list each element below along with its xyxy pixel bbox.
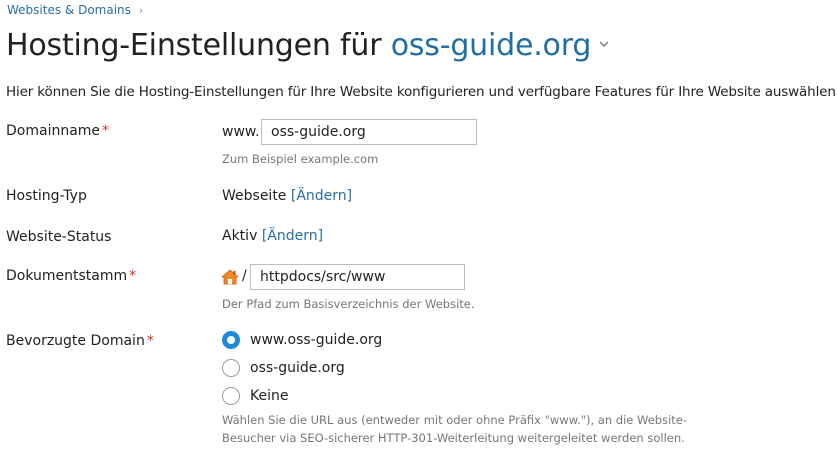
website-status-value: Aktiv [222,228,258,244]
intro-text: Hier können Sie die Hosting-Einstellunge… [6,84,837,100]
website-status-change-link[interactable]: [Ändern] [262,228,323,244]
chevron-down-icon[interactable] [599,36,609,52]
domain-switcher[interactable]: oss-guide.org [391,28,592,63]
domain-name-label: Domainname * [6,123,110,139]
required-marker: * [102,123,110,139]
radio-button[interactable] [222,359,240,377]
website-status-value-row: Aktiv [Ändern] [222,228,323,244]
required-marker: * [129,268,137,284]
www-prefix: www. [222,124,260,140]
radio-button-checked[interactable] [222,331,240,349]
domain-name-input[interactable]: oss-guide.org [261,119,477,145]
preferred-domain-option-www[interactable]: www.oss-guide.org [222,331,382,349]
website-status-label: Website-Status [6,229,112,245]
preferred-domain-option-bare[interactable]: oss-guide.org [222,359,345,377]
radio-label: Keine [250,388,289,404]
hosting-type-value: Webseite [222,188,287,204]
radio-label: www.oss-guide.org [250,332,383,348]
preferred-domain-option-none[interactable]: Keine [222,387,288,405]
page-title: Hosting-Einstellungen für oss-guide.org [6,28,609,63]
preferred-domain-hint: Wählen Sie die URL aus (entweder mit ode… [222,413,688,445]
document-root-hint: Der Pfad zum Basisverzeichnis der Websit… [222,297,475,311]
path-separator: / [242,268,247,284]
radio-label: oss-guide.org [250,360,345,376]
domain-name-hint: Zum Beispiel example.com [222,152,379,166]
hosting-type-label: Hosting-Typ [6,188,87,204]
page-title-text: Hosting-Einstellungen für [6,28,382,63]
hosting-type-change-link[interactable]: [Ändern] [291,188,352,204]
document-root-input[interactable]: httpdocs/src/www [250,264,465,290]
chevron-right-icon: › [138,3,144,17]
radio-button[interactable] [222,387,240,405]
breadcrumb-link-websites-domains[interactable]: Websites & Domains [7,3,131,17]
required-marker: * [146,333,154,349]
hosting-type-value-row: Webseite [Ändern] [222,188,352,204]
breadcrumb: Websites & Domains › [7,3,143,17]
document-root-label: Dokumentstamm * [6,268,137,284]
home-icon [221,269,239,285]
preferred-domain-label: Bevorzugte Domain * [6,333,154,349]
